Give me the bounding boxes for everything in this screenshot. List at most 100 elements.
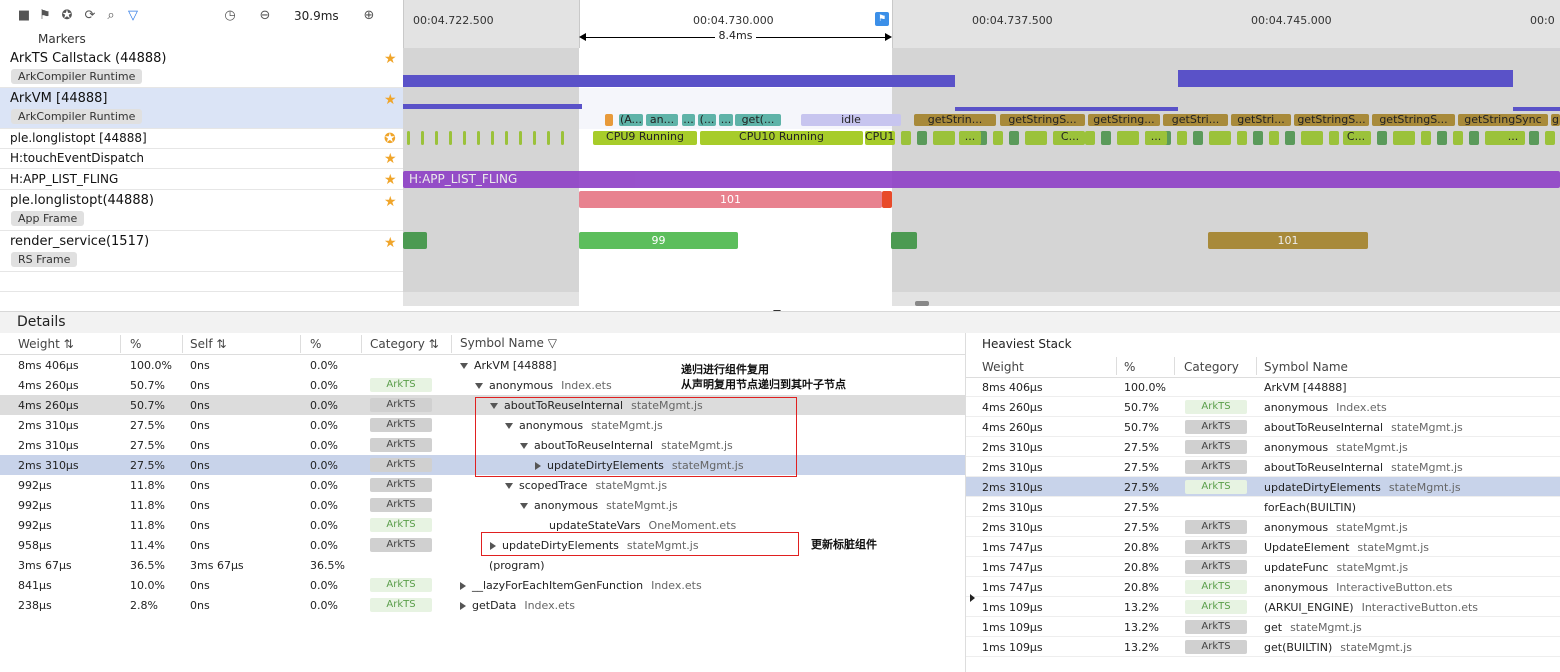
arkvm-slice[interactable]: getStri... [1231, 114, 1291, 126]
arkvm-slice[interactable]: getStri... [1163, 114, 1228, 126]
arkvm-slice[interactable]: getStrin... [914, 114, 996, 126]
cpu-tick[interactable] [533, 131, 536, 145]
arkvm-slice[interactable] [605, 114, 613, 126]
cpu-tick[interactable] [463, 131, 466, 145]
cpu-slice[interactable]: C... [1055, 131, 1085, 145]
table-row[interactable]: 992μs 11.8% 0ns 0.0% ArkTS scopedTrace stateMg… [0, 475, 965, 495]
zoom-out-icon[interactable]: ⊖ [257, 8, 273, 24]
stop-icon[interactable]: ■ [16, 8, 32, 24]
col-percent[interactable]: % [130, 337, 141, 351]
arkvm-slice[interactable]: getStringS... [1294, 114, 1369, 126]
cpu-slice[interactable]: C... [1343, 131, 1369, 145]
flag-icon[interactable]: ⚑ [37, 8, 53, 24]
cpu-slice[interactable]: CPU9 Running [593, 131, 697, 145]
expand-toggle-icon[interactable] [460, 602, 466, 610]
cpu-slice[interactable]: ... [1145, 131, 1167, 145]
cpu-tick[interactable] [435, 131, 438, 145]
table-row[interactable]: 3ms 67μs 36.5% 3ms 67μs 36.5% (program) [0, 555, 965, 575]
table-row[interactable]: 2ms 310μs 27.5% ArkTS aboutToReuseInternal s… [966, 457, 1560, 477]
table-row[interactable]: 2ms 310μs 27.5% ArkTS anonymous stateMgmt.js [966, 437, 1560, 457]
star-icon[interactable]: ★ [384, 194, 397, 210]
cpu-tick[interactable] [547, 131, 550, 145]
arkvm-slice[interactable]: get(... [735, 114, 781, 126]
expand-toggle-icon[interactable] [505, 483, 513, 489]
filter-icon[interactable]: ▽ [125, 8, 141, 24]
cpu-slice[interactable] [901, 131, 911, 145]
col-percent[interactable]: % [1124, 360, 1135, 374]
table-row[interactable]: 238μs 2.8% 0ns 0.0% ArkTS getData Index.ets [0, 595, 965, 615]
app-frame-jank[interactable] [882, 191, 892, 208]
cpu-slice[interactable] [917, 131, 927, 145]
cpu-slice[interactable] [1101, 131, 1111, 145]
bookmark-flag-icon[interactable]: ⚑ [875, 12, 889, 26]
sync-icon[interactable]: ⟳ [82, 8, 98, 24]
app-frame-slice[interactable]: 101 [579, 191, 882, 208]
col-symbol[interactable]: Symbol Name ▽ [460, 336, 557, 350]
star-icon[interactable]: ★ [384, 151, 397, 167]
rs-frame-slice[interactable]: 101 [1208, 232, 1368, 249]
cpu-slice[interactable] [1529, 131, 1539, 145]
cpu-slice[interactable]: ... [959, 131, 981, 145]
table-row[interactable]: 2ms 310μs 27.5% ArkTS anonymous stateMgmt.js [966, 517, 1560, 537]
cpu-slice[interactable] [1545, 131, 1555, 145]
cpu-tick[interactable] [477, 131, 480, 145]
rs-frame-slice[interactable]: 99 [579, 232, 738, 249]
arkvm-slice[interactable]: g [1551, 114, 1560, 126]
cpu-slice[interactable] [1469, 131, 1479, 145]
cpu-tick[interactable] [561, 131, 564, 145]
cpu-slice[interactable] [1025, 131, 1047, 145]
table-row[interactable]: 1ms 747μs 20.8% ArkTS anonymous InteractiveB… [966, 577, 1560, 597]
lane-area-app-frame[interactable]: 101 [403, 190, 1560, 231]
lane-rs-frame[interactable]: render_service(1517) RS Frame ★ [0, 231, 403, 272]
arkvm-slice[interactable]: getStringS... [1372, 114, 1455, 126]
arkvm-slice[interactable]: (A... [619, 114, 643, 126]
table-row[interactable]: 2ms 310μs 27.5% forEach(BUILTIN) [966, 497, 1560, 517]
rs-frame-slice[interactable] [403, 232, 427, 249]
cpu-slice[interactable] [1253, 131, 1263, 145]
compass-icon[interactable]: ✪ [59, 8, 75, 24]
cpu-slice[interactable] [1421, 131, 1431, 145]
time-ruler[interactable]: 00:04.722.500 00:04.730.000 00:04.737.50… [403, 0, 1560, 48]
arkvm-slice[interactable]: getStringS... [1000, 114, 1085, 126]
cpu-tick[interactable] [519, 131, 522, 145]
lane-area-arkts[interactable] [403, 48, 1560, 88]
col-weight[interactable]: Weight [982, 360, 1024, 374]
expand-toggle-icon[interactable] [475, 383, 483, 389]
cpu-slice[interactable]: CPU10 Running [700, 131, 863, 145]
table-row[interactable]: 992μs 11.8% 0ns 0.0% ArkTS anonymous stateMgmt… [0, 495, 965, 515]
star-icon[interactable]: ★ [384, 235, 397, 251]
arkvm-slice[interactable]: an... [646, 114, 678, 126]
cpu-slice[interactable] [1437, 131, 1447, 145]
lane-arkvm[interactable]: ArkVM [44888] ArkCompiler Runtime ★ [0, 88, 403, 129]
zoom-in-icon[interactable]: ⊕ [361, 8, 377, 24]
cpu-slice[interactable] [993, 131, 1003, 145]
cpu-slice[interactable] [1377, 131, 1387, 145]
col-category[interactable]: Category ⇅ [370, 337, 439, 351]
col-weight[interactable]: Weight ⇅ [18, 337, 74, 351]
cpu-slice[interactable] [1393, 131, 1415, 145]
search-icon[interactable]: ⌕ [103, 8, 119, 24]
arkvm-slice[interactable]: ... [682, 114, 695, 126]
cpu-slice[interactable] [1117, 131, 1139, 145]
table-row[interactable]: 2ms 310μs 27.5% ArkTS updateDirtyElements st… [966, 477, 1560, 497]
cpu-tick[interactable] [491, 131, 494, 145]
lane-arkts-callstack[interactable]: ArkTS Callstack (44888) ArkCompiler Runt… [0, 48, 403, 88]
lane-app-frame[interactable]: ple.longlistopt(44888) App Frame ★ [0, 190, 403, 231]
cpu-tick[interactable] [421, 131, 424, 145]
star-icon[interactable]: ★ [384, 51, 397, 67]
cpu-slice[interactable] [1009, 131, 1019, 145]
lane-touch-event[interactable]: H:touchEventDispatch ★ [0, 149, 403, 169]
cpu-slice[interactable] [1209, 131, 1231, 145]
rs-frame-slice[interactable] [891, 232, 917, 249]
expand-arrow-icon[interactable] [970, 594, 975, 602]
col-self-percent[interactable]: % [310, 337, 321, 351]
table-row[interactable]: 8ms 406μs 100.0% ArkVM [44888] [966, 377, 1560, 397]
col-symbol[interactable]: Symbol Name [1264, 360, 1348, 374]
timer-icon[interactable]: ◷ [222, 8, 238, 24]
cpu-slice[interactable] [1301, 131, 1323, 145]
table-row[interactable]: 841μs 10.0% 0ns 0.0% ArkTS __lazyForEachItemG… [0, 575, 965, 595]
table-row[interactable]: 4ms 260μs 50.7% ArkTS anonymous Index.ets [966, 397, 1560, 417]
cpu-slice[interactable] [1269, 131, 1279, 145]
cpu-tick[interactable] [505, 131, 508, 145]
cpu-slice[interactable]: CPU10 [865, 131, 895, 145]
